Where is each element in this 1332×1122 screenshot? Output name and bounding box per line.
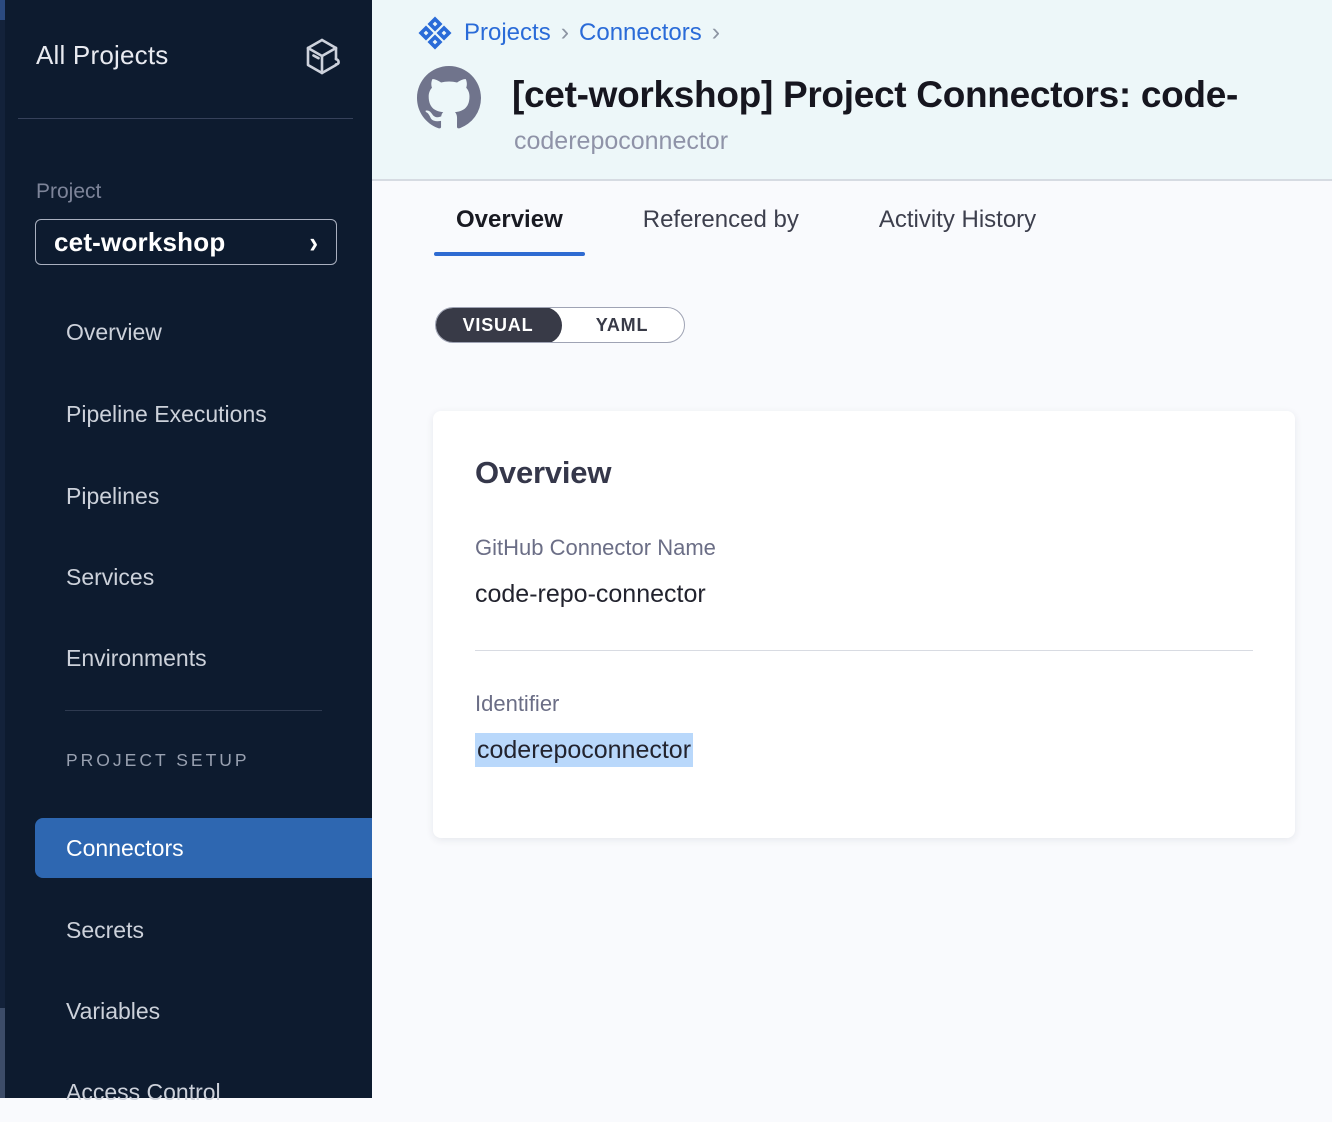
tab-activity-history[interactable]: Activity History: [857, 200, 1058, 256]
all-projects-label: All Projects: [36, 40, 168, 71]
sidebar-item-label: Pipeline Executions: [66, 401, 267, 428]
module-rail-segment-top: [0, 0, 5, 20]
sidebar-item-label: Variables: [66, 998, 160, 1025]
sidebar-section-divider: [65, 710, 322, 711]
field-label-connector-name: GitHub Connector Name: [475, 535, 1253, 561]
tab-label: Referenced by: [643, 206, 799, 233]
project-name: cet-workshop: [54, 227, 225, 258]
sidebar-item-label: Overview: [66, 319, 162, 346]
tab-label: Activity History: [879, 206, 1036, 233]
visual-yaml-toggle: VISUAL YAML: [435, 307, 685, 343]
breadcrumb-link-connectors[interactable]: Connectors: [579, 19, 702, 47]
sidebar-item-connectors[interactable]: Connectors: [35, 818, 372, 878]
github-icon: [417, 66, 481, 130]
tab-bar: Overview Referenced by Activity History: [434, 200, 1058, 256]
breadcrumb-link-projects[interactable]: Projects: [464, 19, 551, 47]
page-header: Projects › Connectors › [cet-workshop] P…: [372, 0, 1332, 181]
sidebar-item-label: Pipelines: [66, 483, 159, 510]
field-label-identifier: Identifier: [475, 691, 1253, 717]
sidebar-item-services[interactable]: Services: [0, 547, 372, 607]
field-value-identifier: coderepoconnector: [475, 736, 1253, 765]
main-content: Projects › Connectors › [cet-workshop] P…: [372, 0, 1332, 1098]
project-setup-section-label: PROJECT SETUP: [66, 750, 250, 771]
package-cube-icon[interactable]: [302, 34, 342, 78]
sidebar-item-pipelines[interactable]: Pipelines: [0, 466, 372, 526]
sidebar-item-environments[interactable]: Environments: [0, 628, 372, 688]
project-selector-button[interactable]: cet-workshop ›: [35, 219, 337, 265]
tab-referenced-by[interactable]: Referenced by: [621, 200, 821, 256]
field-value-connector-name: code-repo-connector: [475, 580, 1253, 609]
chevron-right-icon: ›: [309, 224, 318, 260]
tab-overview[interactable]: Overview: [434, 200, 585, 256]
project-label: Project: [36, 180, 101, 204]
toggle-label: VISUAL: [463, 315, 534, 336]
toggle-option-yaml[interactable]: YAML: [560, 308, 684, 342]
sidebar-item-label: Services: [66, 564, 154, 591]
breadcrumb: Projects › Connectors ›: [417, 14, 721, 52]
sidebar: All Projects Project cet-workshop › Over…: [0, 0, 372, 1098]
page-title: [cet-workshop] Project Connectors: code-: [512, 74, 1332, 116]
overview-card: Overview GitHub Connector Name code-repo…: [433, 411, 1295, 838]
sidebar-item-label: Connectors: [66, 835, 184, 862]
toggle-label: YAML: [596, 315, 649, 336]
selected-identifier-text: coderepoconnector: [475, 733, 693, 767]
page-subtitle: coderepoconnector: [514, 127, 728, 156]
chevron-right-icon: ›: [711, 18, 721, 47]
all-projects-selector[interactable]: All Projects: [0, 30, 372, 82]
card-divider: [475, 650, 1253, 651]
chevron-right-icon: ›: [560, 18, 570, 47]
sidebar-item-pipeline-executions[interactable]: Pipeline Executions: [0, 384, 372, 444]
tab-label: Overview: [456, 206, 563, 233]
sidebar-item-access-control[interactable]: Access Control: [0, 1062, 372, 1122]
card-title: Overview: [475, 455, 1253, 491]
sidebar-item-label: Environments: [66, 645, 207, 672]
sidebar-item-secrets[interactable]: Secrets: [0, 900, 372, 960]
projects-diamond-icon: [417, 15, 453, 51]
toggle-option-visual[interactable]: VISUAL: [435, 307, 562, 343]
sidebar-item-variables[interactable]: Variables: [0, 981, 372, 1041]
sidebar-item-overview[interactable]: Overview: [0, 302, 372, 362]
sidebar-divider: [18, 118, 353, 119]
sidebar-item-label: Secrets: [66, 917, 144, 944]
sidebar-item-label: Access Control: [66, 1079, 221, 1106]
